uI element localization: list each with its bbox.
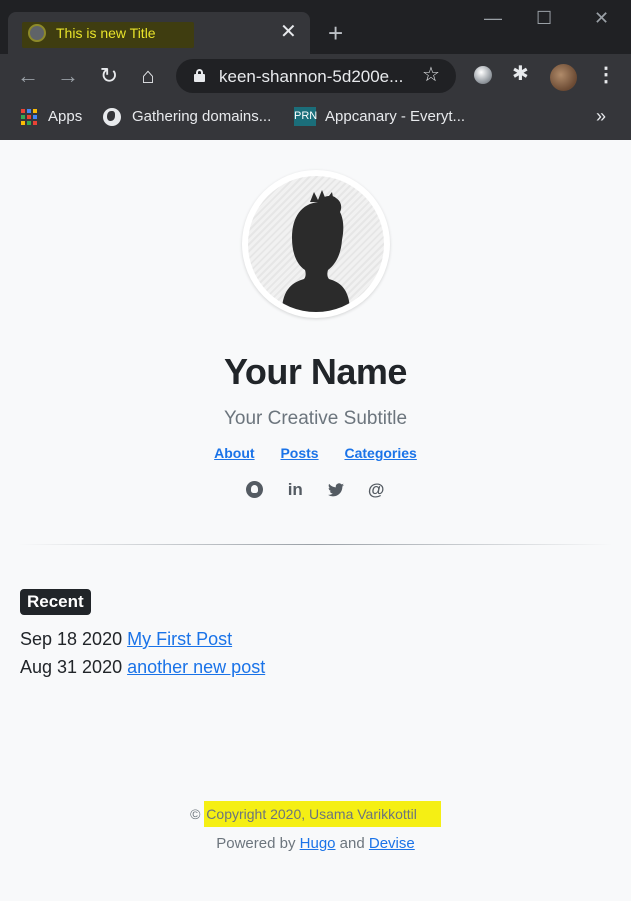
browser-toolbar: ← → ↻ ⌂ keen-shannon-5d200e... ☆ ✱ ⋮	[0, 54, 631, 100]
hugo-link[interactable]: Hugo	[300, 835, 336, 852]
post-date: Aug 31 2020	[20, 657, 123, 677]
list-item: Sep 18 2020 My First Post	[20, 628, 232, 650]
globe-icon	[103, 108, 121, 126]
bookmark-gathering-domains[interactable]: Gathering domains...	[132, 107, 271, 127]
email-icon[interactable]: @	[364, 478, 388, 502]
footer-powered-by: Powered by Hugo and Devise	[0, 834, 631, 854]
url-text[interactable]: keen-shannon-5d200e...	[219, 67, 403, 87]
list-item: Aug 31 2020 another new post	[20, 656, 265, 678]
site-subtitle: Your Creative Subtitle	[223, 408, 408, 429]
post-date: Sep 18 2020	[20, 629, 123, 649]
tab-strip: This is new Title ✕ + — ☐ ✕	[0, 0, 631, 54]
avatar-silhouette-icon	[248, 176, 384, 312]
close-window-button[interactable]: ✕	[594, 8, 609, 28]
social-links: in @	[0, 478, 631, 502]
bookmarks-bar: Apps Gathering domains... PRN Appcanary …	[0, 100, 631, 134]
maximize-button[interactable]: ☐	[536, 8, 552, 28]
nav-link-about[interactable]: About	[214, 445, 254, 461]
copyright-symbol: ©	[190, 806, 201, 822]
site-title: Your Name	[224, 351, 407, 392]
nav-link-posts[interactable]: Posts	[280, 445, 318, 461]
home-button[interactable]: ⌂	[134, 62, 162, 90]
reload-button[interactable]: ↻	[95, 62, 123, 90]
and-text: and	[339, 835, 365, 852]
profile-avatar[interactable]	[550, 64, 577, 91]
linkedin-icon[interactable]: in	[283, 478, 307, 502]
bookmark-apps[interactable]: Apps	[48, 107, 82, 127]
tab-title: This is new Title	[56, 25, 156, 41]
devise-link[interactable]: Devise	[369, 835, 415, 852]
close-tab-icon[interactable]: ✕	[280, 21, 297, 43]
extension-globe-icon[interactable]	[474, 66, 492, 84]
browser-chrome: This is new Title ✕ + — ☐ ✕ ← → ↻ ⌂ keen…	[0, 0, 631, 140]
powered-prefix: Powered by	[216, 835, 296, 852]
bookmark-star-icon[interactable]: ☆	[422, 63, 440, 87]
lock-icon	[194, 69, 205, 82]
twitter-icon[interactable]	[324, 478, 348, 502]
browser-menu-icon[interactable]: ⋮	[596, 63, 616, 87]
recent-badge: Recent	[20, 589, 91, 615]
post-link[interactable]: My First Post	[127, 629, 232, 649]
bookmark-appcanary[interactable]: Appcanary - Everyt...	[325, 107, 465, 127]
globe-icon	[28, 24, 46, 42]
forward-button[interactable]: →	[54, 62, 82, 90]
bookmarks-overflow-icon[interactable]: »	[596, 105, 606, 127]
post-link[interactable]: another new post	[127, 657, 265, 677]
main-nav: About Posts Categories	[0, 444, 631, 462]
back-button[interactable]: ←	[14, 62, 42, 90]
github-icon[interactable]	[243, 478, 267, 502]
footer-copyright: © Copyright 2020, Usama Varikkottil	[0, 801, 631, 827]
extensions-puzzle-icon[interactable]: ✱	[512, 62, 529, 86]
new-tab-button[interactable]: +	[328, 19, 343, 47]
page-content: Your Name Your Creative Subtitle About P…	[0, 140, 631, 901]
prn-icon: PRN	[294, 107, 317, 126]
nav-link-categories[interactable]: Categories	[344, 445, 416, 461]
address-bar[interactable]: keen-shannon-5d200e... ☆	[176, 59, 456, 93]
copyright-text: Copyright 2020, Usama Varikkottil	[204, 801, 441, 827]
apps-grid-icon	[21, 109, 37, 125]
divider	[18, 544, 613, 545]
minimize-button[interactable]: —	[484, 8, 502, 28]
avatar	[242, 170, 390, 318]
browser-tab[interactable]: This is new Title ✕	[8, 12, 310, 54]
